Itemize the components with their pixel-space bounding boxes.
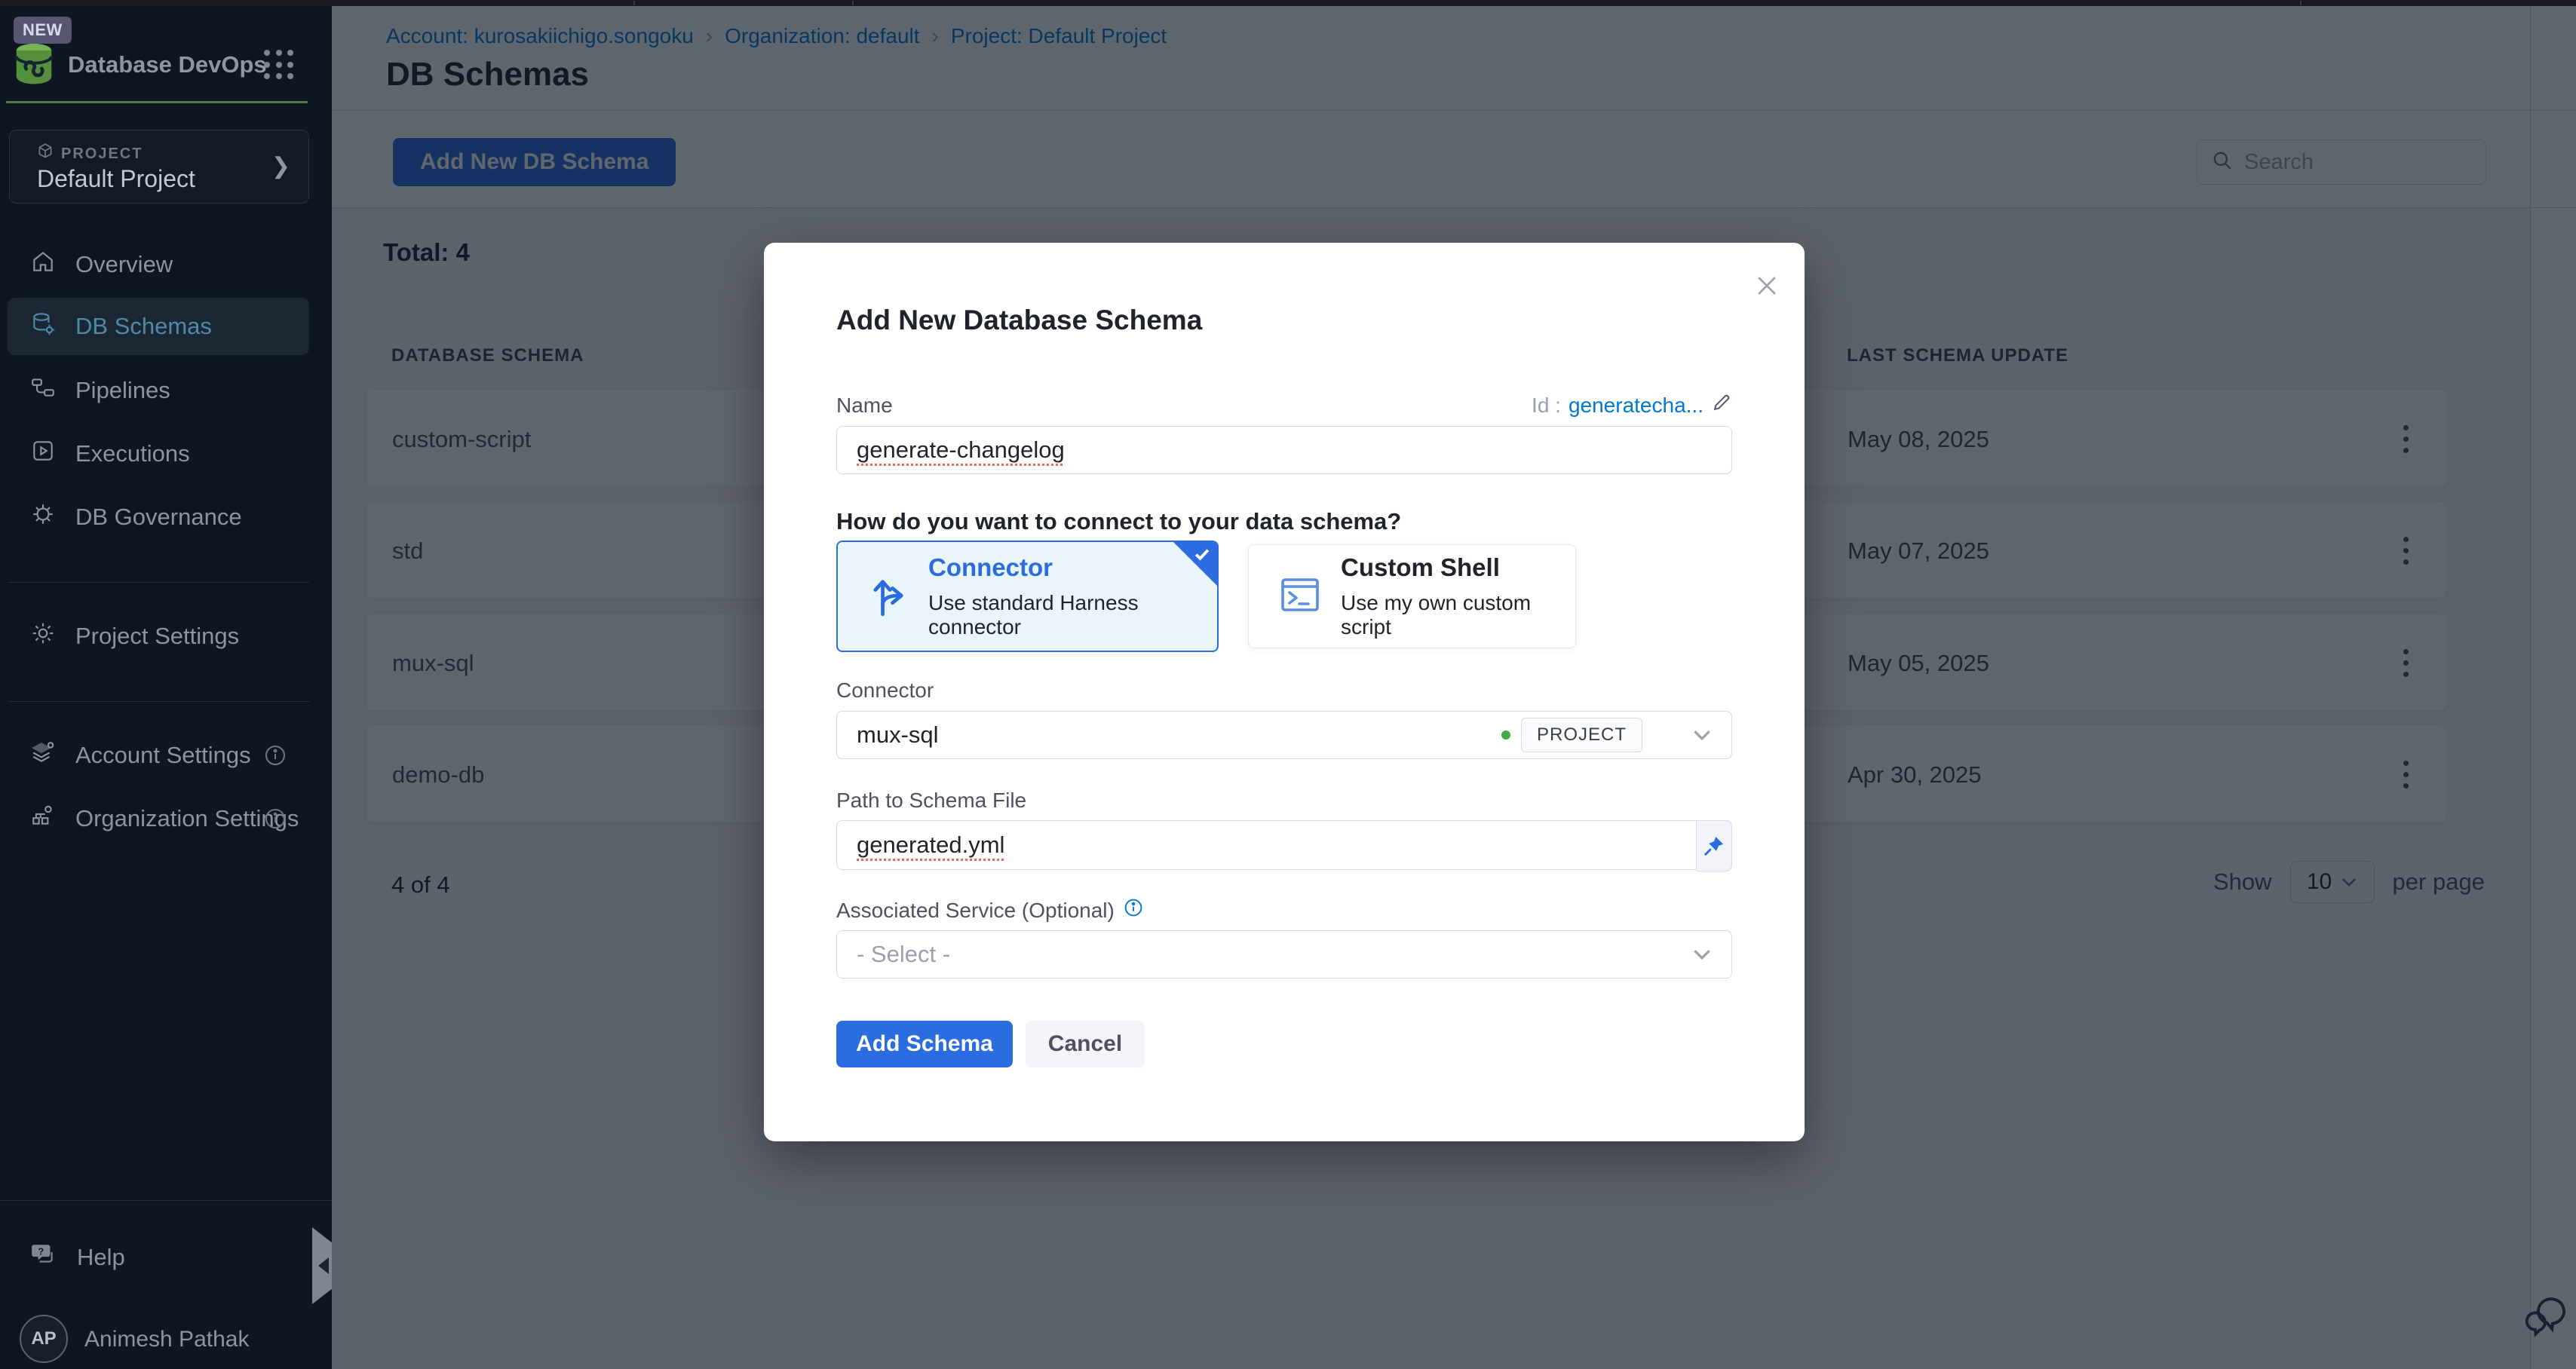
sidebar-item-label: DB Schemas (75, 313, 212, 340)
sidebar-item-db-schemas[interactable]: DB Schemas (8, 298, 309, 355)
id-value-link[interactable]: generatecha... (1569, 394, 1704, 418)
custom-shell-card-subtitle: Use my own custom script (1341, 591, 1575, 639)
scope-pill: PROJECT (1521, 718, 1642, 752)
name-label: Name (836, 394, 893, 418)
connector-option-card[interactable]: Connector Use standard Harness connector (836, 541, 1219, 652)
sidebar-item-help[interactable]: ? Help (8, 1229, 309, 1286)
sidebar-item-label: Project Settings (75, 623, 239, 650)
database-devops-logo-icon (11, 41, 57, 87)
connect-question: How do you want to connect to your data … (836, 508, 1401, 535)
sidebar-divider (8, 701, 309, 702)
service-placeholder: - Select - (857, 941, 950, 968)
chevron-right-icon: ❯ (271, 153, 290, 179)
sidebar-divider (0, 1200, 332, 1201)
pin-button[interactable] (1696, 820, 1732, 871)
chevron-down-icon (1692, 729, 1712, 741)
help-chat-icon: ? (30, 1241, 57, 1274)
path-input-value: generated.yml (857, 832, 1004, 859)
close-icon[interactable] (1752, 271, 1782, 302)
new-badge: NEW (14, 17, 72, 44)
sidebar-item-pipelines[interactable]: Pipelines (8, 362, 309, 419)
service-label: Associated Service (Optional) (836, 899, 1115, 923)
cube-icon (37, 142, 54, 165)
sidebar-item-organization-settings[interactable]: Organization Settings (8, 790, 309, 847)
terminal-icon (1279, 574, 1321, 620)
app-title: Database DevOps (68, 51, 267, 78)
info-icon[interactable] (264, 744, 287, 767)
add-schema-modal: Add New Database Schema Name Id : genera… (764, 243, 1805, 1141)
custom-shell-option-card[interactable]: Custom Shell Use my own custom script (1248, 544, 1576, 648)
sidebar-item-executions[interactable]: Executions (8, 425, 309, 482)
sidebar-divider (8, 582, 309, 583)
svg-text:?: ? (38, 1247, 44, 1257)
name-input-value: generate-changelog (857, 436, 1065, 464)
connector-value: mux-sql (857, 721, 939, 749)
connector-select[interactable]: mux-sql PROJECT (836, 711, 1732, 759)
sidebar-item-db-governance[interactable]: DB Governance (8, 488, 309, 546)
home-icon (30, 249, 56, 280)
module-grid-icon[interactable] (264, 50, 294, 80)
add-schema-button[interactable]: Add Schema (836, 1021, 1013, 1067)
sidebar-item-label: Overview (75, 251, 173, 278)
project-name: Default Project (37, 165, 195, 193)
connector-label: Connector (836, 678, 934, 703)
executions-icon (30, 438, 56, 470)
modal-title: Add New Database Schema (836, 305, 1202, 336)
cancel-button[interactable]: Cancel (1026, 1021, 1145, 1067)
id-prefix: Id : (1532, 394, 1561, 418)
connector-card-subtitle: Use standard Harness connector (928, 591, 1217, 639)
chevron-down-icon (1692, 948, 1712, 960)
path-input[interactable]: generated.yml (836, 820, 1732, 870)
check-icon (1192, 544, 1212, 568)
app-window: NEW Database DevOps PROJECT (0, 0, 2576, 1369)
sidebar: NEW Database DevOps PROJECT (0, 6, 332, 1369)
edit-pencil-icon[interactable] (1711, 392, 1732, 418)
user-avatar[interactable]: AP (20, 1315, 68, 1363)
thumbtack-icon (1703, 835, 1725, 857)
gear-icon (30, 620, 56, 652)
branch-arrows-icon (866, 570, 909, 623)
sidebar-item-label: DB Governance (75, 504, 242, 531)
pipelines-icon (30, 375, 56, 406)
service-select[interactable]: - Select - (836, 930, 1732, 979)
governance-gear-icon (30, 501, 56, 533)
database-gear-icon (30, 311, 56, 342)
sidebar-item-label: Pipelines (75, 377, 170, 404)
user-name[interactable]: Animesh Pathak (84, 1327, 249, 1352)
brand-divider (6, 101, 308, 103)
sidebar-item-account-settings[interactable]: Account Settings (8, 727, 309, 784)
project-selector[interactable]: PROJECT Default Project ❯ (9, 130, 309, 204)
sidebar-item-label: Help (77, 1244, 125, 1271)
info-icon[interactable] (264, 807, 287, 830)
org-gear-icon (30, 803, 56, 835)
sidebar-item-project-settings[interactable]: Project Settings (8, 608, 309, 665)
sidebar-item-label: Account Settings (75, 742, 251, 769)
custom-shell-card-title: Custom Shell (1341, 553, 1575, 582)
layers-gear-icon (30, 740, 56, 771)
info-icon[interactable] (1124, 898, 1143, 923)
sidebar-item-label: Executions (75, 440, 190, 467)
scope-status-dot (1501, 730, 1510, 740)
window-top-strip (0, 0, 2576, 6)
sidebar-item-overview[interactable]: Overview (8, 236, 309, 293)
name-input[interactable]: generate-changelog (836, 426, 1732, 474)
path-label: Path to Schema File (836, 789, 1026, 813)
project-kicker: PROJECT (61, 145, 143, 163)
